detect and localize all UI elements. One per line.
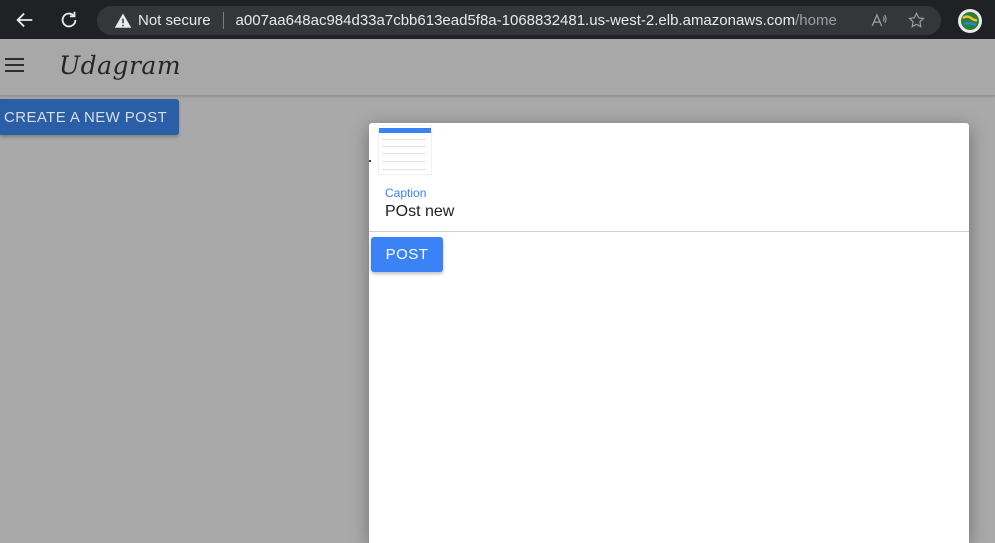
- app-brand: Udagram: [59, 51, 182, 80]
- caption-label: Caption: [385, 186, 427, 200]
- url-path: /home: [795, 12, 837, 29]
- cursor-mark: [369, 160, 371, 162]
- reload-icon[interactable]: [58, 9, 80, 31]
- star-icon[interactable]: [907, 11, 926, 30]
- caption-input[interactable]: [385, 203, 945, 221]
- url-text[interactable]: a007aa648ac984d33a7cbb613ead5f8a-1068832…: [236, 12, 837, 29]
- browser-toolbar: Not secure a007aa648ac984d33a7cbb613ead5…: [0, 0, 995, 39]
- hamburger-menu-icon[interactable]: [5, 58, 24, 74]
- warning-icon: [114, 13, 132, 28]
- address-bar[interactable]: Not secure a007aa648ac984d33a7cbb613ead5…: [97, 6, 941, 35]
- profile-avatar-icon[interactable]: [958, 9, 982, 33]
- post-button[interactable]: POST: [371, 237, 443, 272]
- new-post-modal: Caption POST: [369, 123, 969, 543]
- read-aloud-icon[interactable]: [869, 11, 888, 30]
- input-underline: [369, 231, 969, 232]
- url-host: a007aa648ac984d33a7cbb613ead5f8a-1068832…: [235, 12, 796, 29]
- image-preview: [378, 125, 432, 175]
- omnibox-divider: [222, 12, 224, 29]
- app-header: Udagram: [0, 39, 995, 96]
- back-arrow-icon[interactable]: [14, 9, 36, 31]
- security-status[interactable]: Not secure: [138, 12, 211, 29]
- create-new-post-button[interactable]: CREATE A NEW POST: [0, 99, 179, 135]
